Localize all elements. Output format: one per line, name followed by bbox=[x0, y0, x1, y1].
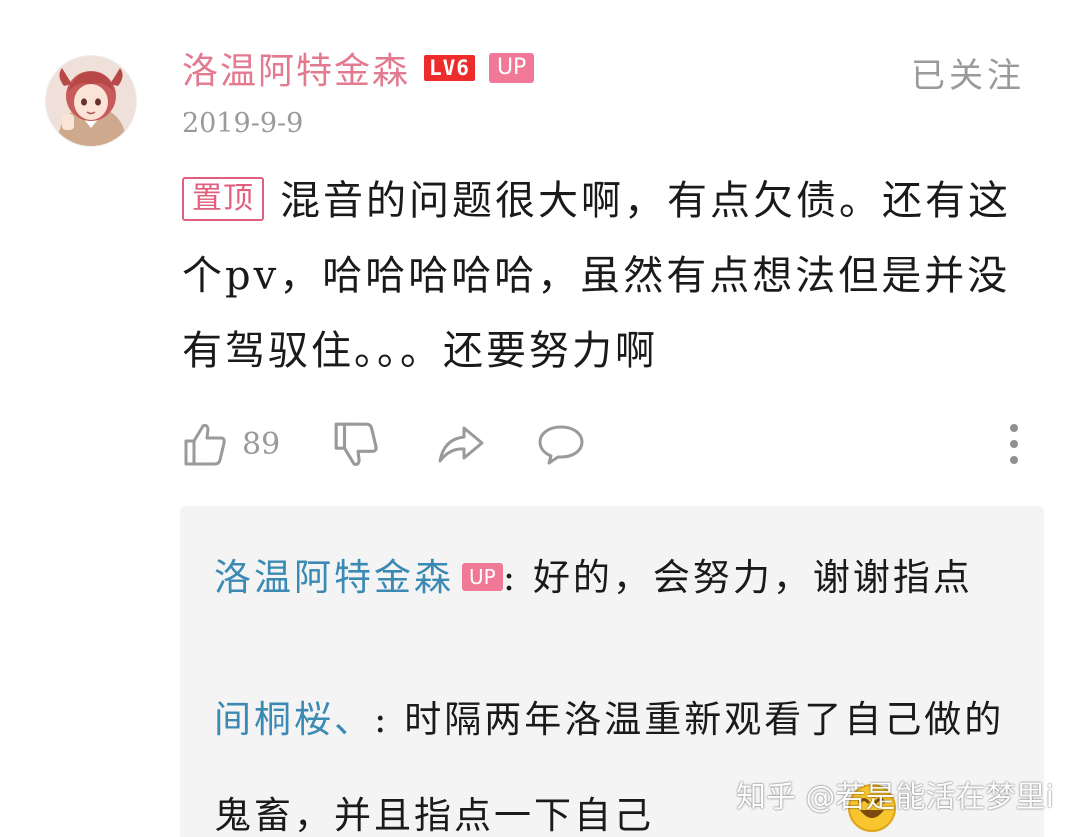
reply-author-name[interactable]: 间桐桜、 bbox=[214, 698, 374, 741]
reply-button[interactable] bbox=[536, 416, 586, 472]
reply-author-name[interactable]: 洛温阿特金森 bbox=[214, 556, 454, 599]
more-vertical-icon bbox=[1010, 424, 1018, 464]
reply-item[interactable]: 洛温阿特金森 UP: 好的，会努力，谢谢指点 bbox=[214, 544, 1034, 612]
comment-header: 洛温阿特金森 LV6 UP bbox=[182, 42, 535, 94]
reply-text: 好的，会努力，谢谢指点 bbox=[532, 556, 973, 599]
avatar[interactable] bbox=[46, 56, 136, 146]
watermark: 知乎 @若是能活在梦里i bbox=[736, 780, 1054, 815]
comment-body: 置顶 混音的问题很大啊，有点欠债。还有这个pv，哈哈哈哈哈，虽然有点想法但是并没有… bbox=[182, 164, 1052, 389]
like-button[interactable]: 89 bbox=[182, 416, 280, 472]
follow-button[interactable]: 已关注 bbox=[911, 48, 1025, 97]
comment-page: 洛温阿特金森 LV6 UP 已关注 2019-9-9 置顶 混音的问题很大啊，有点… bbox=[0, 0, 1079, 837]
comment-date: 2019-9-9 bbox=[182, 108, 304, 139]
avatar-anime-girl-image bbox=[46, 56, 136, 146]
share-button[interactable] bbox=[436, 416, 486, 472]
pinned-tag: 置顶 bbox=[182, 177, 264, 221]
up-badge: UP bbox=[462, 563, 503, 591]
share-icon bbox=[438, 426, 484, 463]
comment-bubble-icon bbox=[538, 425, 584, 465]
thumbs-up-icon bbox=[184, 423, 226, 466]
reply-separator: : bbox=[374, 698, 390, 741]
more-options-button[interactable] bbox=[1000, 416, 1028, 472]
comment-text: 混音的问题很大啊，有点欠债。还有这个pv，哈哈哈哈哈，虽然有点想法但是并没有驾驭… bbox=[182, 178, 1011, 374]
up-badge: UP bbox=[488, 53, 535, 83]
like-count: 89 bbox=[242, 426, 281, 462]
level-badge: LV6 bbox=[424, 55, 475, 81]
comment-author-name[interactable]: 洛温阿特金森 bbox=[182, 42, 410, 94]
dislike-button[interactable] bbox=[332, 416, 380, 472]
thumbs-down-icon bbox=[334, 422, 378, 466]
comment-actions: 89 bbox=[182, 416, 1028, 472]
reply-separator: : bbox=[502, 556, 519, 599]
